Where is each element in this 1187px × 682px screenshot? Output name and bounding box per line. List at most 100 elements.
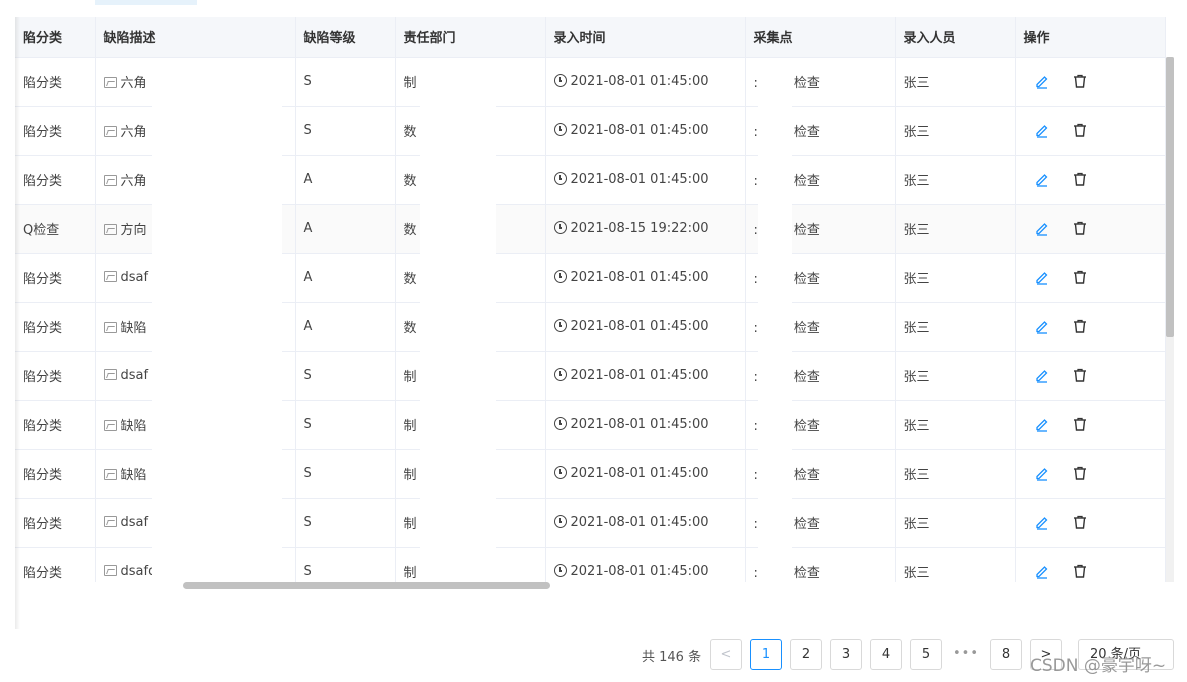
clock-icon [553, 319, 567, 332]
cell-category: 陷分类 [15, 400, 96, 450]
page-ellipsis[interactable]: ••• [950, 639, 982, 670]
cell-level: S [295, 547, 396, 582]
horizontal-scrollbar-thumb[interactable] [183, 582, 550, 589]
cell-entry-user: 张三 [895, 547, 1016, 582]
cell-category: 陷分类 [15, 449, 96, 499]
edit-icon[interactable] [1034, 220, 1050, 236]
trash-icon[interactable] [1072, 269, 1088, 285]
time-text: 2021-08-01 01:45:00 [570, 172, 709, 187]
time-text: 2021-08-01 01:45:00 [570, 368, 709, 383]
cell-entry-user: 张三 [895, 57, 1016, 107]
time-text: 2021-08-01 01:45:00 [570, 123, 709, 138]
description-text: dsaf [120, 270, 149, 285]
edit-icon[interactable] [1034, 73, 1050, 89]
time-text: 2021-08-01 01:45:00 [570, 515, 709, 530]
header-actions: 操作 [1015, 17, 1166, 58]
cell-entry-time: 2021-08-01 01:45:00 [545, 449, 746, 499]
trash-icon[interactable] [1072, 73, 1088, 89]
page: 陷分类 缺陷描述 缺陷等级 责任部门 录入时间 采集点 录入人员 操作 陷分类六… [0, 0, 1187, 682]
header-description[interactable]: 缺陷描述 [95, 17, 296, 58]
cell-level: S [295, 106, 396, 156]
description-text: 六角 [120, 76, 147, 91]
cell-entry-time: 2021-08-01 01:45:00 [545, 498, 746, 548]
page-button-4[interactable]: 4 [870, 639, 902, 670]
cell-entry-user: 张三 [895, 106, 1016, 156]
cell-level: S [295, 400, 396, 450]
page-button-2[interactable]: 2 [790, 639, 822, 670]
point-text: 检查 [793, 321, 820, 336]
edit-icon[interactable] [1034, 318, 1050, 334]
cell-category: Q检查 [15, 204, 96, 254]
description-text: 六角 [120, 125, 147, 140]
point-text: 检查 [793, 517, 820, 532]
header-level[interactable]: 缺陷等级 [295, 17, 396, 58]
page-button-8[interactable]: 8 [990, 639, 1022, 670]
point-text: 检查 [793, 468, 820, 483]
edit-icon[interactable] [1034, 465, 1050, 481]
time-text: 2021-08-01 01:45:00 [570, 417, 709, 432]
trash-icon[interactable] [1072, 220, 1088, 236]
cell-actions [1015, 302, 1166, 352]
cell-level: A [295, 302, 396, 352]
image-icon [103, 369, 117, 380]
header-collection-point[interactable]: 采集点 [745, 17, 896, 58]
cell-entry-user: 张三 [895, 302, 1016, 352]
clock-icon [553, 368, 567, 381]
page-button-3[interactable]: 3 [830, 639, 862, 670]
cell-entry-user: 张三 [895, 155, 1016, 205]
page-button-1[interactable]: 1 [750, 639, 782, 670]
trash-icon[interactable] [1072, 318, 1088, 334]
edit-icon[interactable] [1034, 171, 1050, 187]
point-text: 检查 [793, 174, 820, 189]
trash-icon[interactable] [1072, 514, 1088, 530]
cell-level: S [295, 57, 396, 107]
cell-entry-time: 2021-08-15 19:22:00 [545, 204, 746, 254]
header-entry-user[interactable]: 录入人员 [895, 17, 1016, 58]
header-category[interactable]: 陷分类 [15, 17, 96, 58]
page-button-5[interactable]: 5 [910, 639, 942, 670]
trash-icon[interactable] [1072, 122, 1088, 138]
cell-entry-time: 2021-08-01 01:45:00 [545, 253, 746, 303]
edit-icon[interactable] [1034, 367, 1050, 383]
trash-icon[interactable] [1072, 367, 1088, 383]
clock-icon [553, 123, 567, 136]
trash-icon[interactable] [1072, 563, 1088, 579]
cell-category: 陷分类 [15, 57, 96, 107]
description-text: 缺陷 [120, 321, 147, 336]
image-icon [103, 565, 117, 576]
cell-entry-user: 张三 [895, 253, 1016, 303]
image-icon [103, 271, 117, 282]
point-text: 检查 [793, 566, 820, 581]
edit-icon[interactable] [1034, 563, 1050, 579]
vertical-scrollbar[interactable] [1166, 57, 1174, 582]
edit-icon[interactable] [1034, 416, 1050, 432]
cell-category: 陷分类 [15, 155, 96, 205]
description-text: 缺陷 [120, 468, 147, 483]
cell-level: A [295, 253, 396, 303]
cell-level: S [295, 351, 396, 401]
edit-icon[interactable] [1034, 122, 1050, 138]
image-icon [103, 469, 117, 480]
trash-icon[interactable] [1072, 416, 1088, 432]
header-entry-time[interactable]: 录入时间 [545, 17, 746, 58]
image-icon [103, 175, 117, 186]
image-icon [103, 224, 117, 235]
cell-level: S [295, 449, 396, 499]
prev-page-button[interactable]: < [710, 639, 742, 670]
cell-actions [1015, 253, 1166, 303]
cell-actions [1015, 498, 1166, 548]
image-icon [103, 420, 117, 431]
cell-category: 陷分类 [15, 302, 96, 352]
header-department[interactable]: 责任部门 [395, 17, 546, 58]
trash-icon[interactable] [1072, 171, 1088, 187]
vertical-scrollbar-thumb[interactable] [1166, 57, 1174, 337]
cell-category: 陷分类 [15, 547, 96, 582]
trash-icon[interactable] [1072, 465, 1088, 481]
edit-icon[interactable] [1034, 514, 1050, 530]
time-text: 2021-08-01 01:45:00 [570, 270, 709, 285]
cell-actions [1015, 106, 1166, 156]
watermark: CSDN @豪宇呀~ [1030, 656, 1167, 676]
edit-icon[interactable] [1034, 269, 1050, 285]
cell-entry-user: 张三 [895, 400, 1016, 450]
redaction-mask-point [758, 58, 792, 582]
